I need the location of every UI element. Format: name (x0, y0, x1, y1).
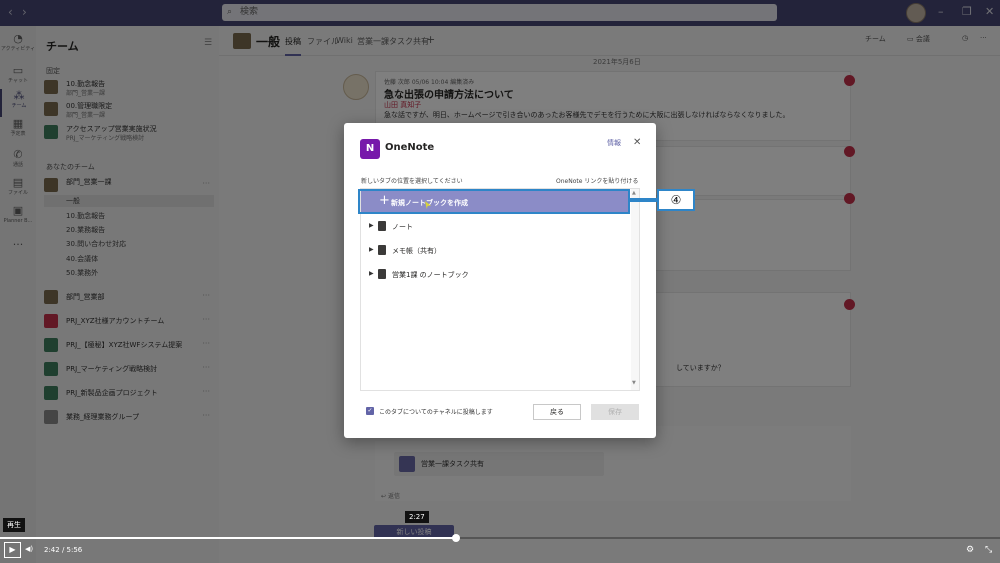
expand-arrow-icon[interactable]: ▶ (369, 246, 374, 253)
seek-bar[interactable] (0, 534, 1000, 542)
seek-bar-fill (0, 537, 456, 539)
seek-handle[interactable] (452, 534, 460, 542)
back-button[interactable]: 戻る (533, 404, 581, 420)
save-button[interactable]: 保存 (591, 404, 639, 420)
post-to-channel-checkbox[interactable]: ✓ (366, 407, 374, 415)
play-tooltip: 再生 (3, 518, 25, 532)
notebook-list: + 新規ノートブックを作成 ▶ ノート ▶ メモ帳（共有） ▶ 営業1課 のノー… (360, 188, 640, 391)
expand-arrow-icon[interactable]: ▶ (369, 222, 374, 229)
list-scrollbar[interactable]: ▲ ▼ (631, 189, 639, 390)
callout-connector (628, 198, 658, 202)
expand-arrow-icon[interactable]: ▶ (369, 270, 374, 277)
dialog-title: OneNote (385, 142, 435, 153)
notebook-item[interactable]: ▶ メモ帳（共有） (361, 242, 629, 260)
location-prompt: 新しいタブの位置を選択してください (361, 178, 463, 185)
step-callout: ④ (657, 189, 695, 211)
onenote-dialog: N OneNote 情報 ✕ 新しいタブの位置を選択してください OneNote… (344, 123, 656, 438)
notebook-icon (378, 269, 386, 279)
paste-link[interactable]: OneNote リンクを貼り付ける (556, 176, 638, 185)
notebook-icon (378, 221, 386, 231)
onenote-logo-icon: N (360, 139, 380, 159)
notebook-item[interactable]: ▶ ノート (361, 218, 629, 236)
exit-fullscreen-icon[interactable]: ⤡ (985, 545, 992, 555)
notebook-item[interactable]: ▶ 営業1課 のノートブック (361, 266, 629, 284)
close-icon[interactable]: ✕ (633, 137, 641, 148)
settings-gear-icon[interactable]: ⚙ (966, 545, 974, 555)
info-link[interactable]: 情報 (607, 138, 621, 148)
notebook-icon (378, 245, 386, 255)
scroll-up-icon[interactable]: ▲ (632, 190, 636, 196)
checkbox-label: このタブについてのチャネルに投稿します (379, 409, 493, 416)
volume-icon[interactable]: ◀) (25, 545, 33, 553)
play-icon: ▶ (9, 545, 16, 554)
play-button[interactable]: ▶ (4, 542, 21, 558)
teams-window: ‹ › ⌕ 検索 – ❐ ✕ ◔アクティビティ ▭チャット ⁂チーム ▦予定表 … (0, 0, 1000, 563)
seek-time-tooltip: 2:27 (405, 511, 429, 523)
highlight-frame (358, 189, 630, 214)
time-display: 2:42 / 5:56 (44, 546, 83, 554)
scroll-down-icon[interactable]: ▼ (632, 380, 636, 386)
